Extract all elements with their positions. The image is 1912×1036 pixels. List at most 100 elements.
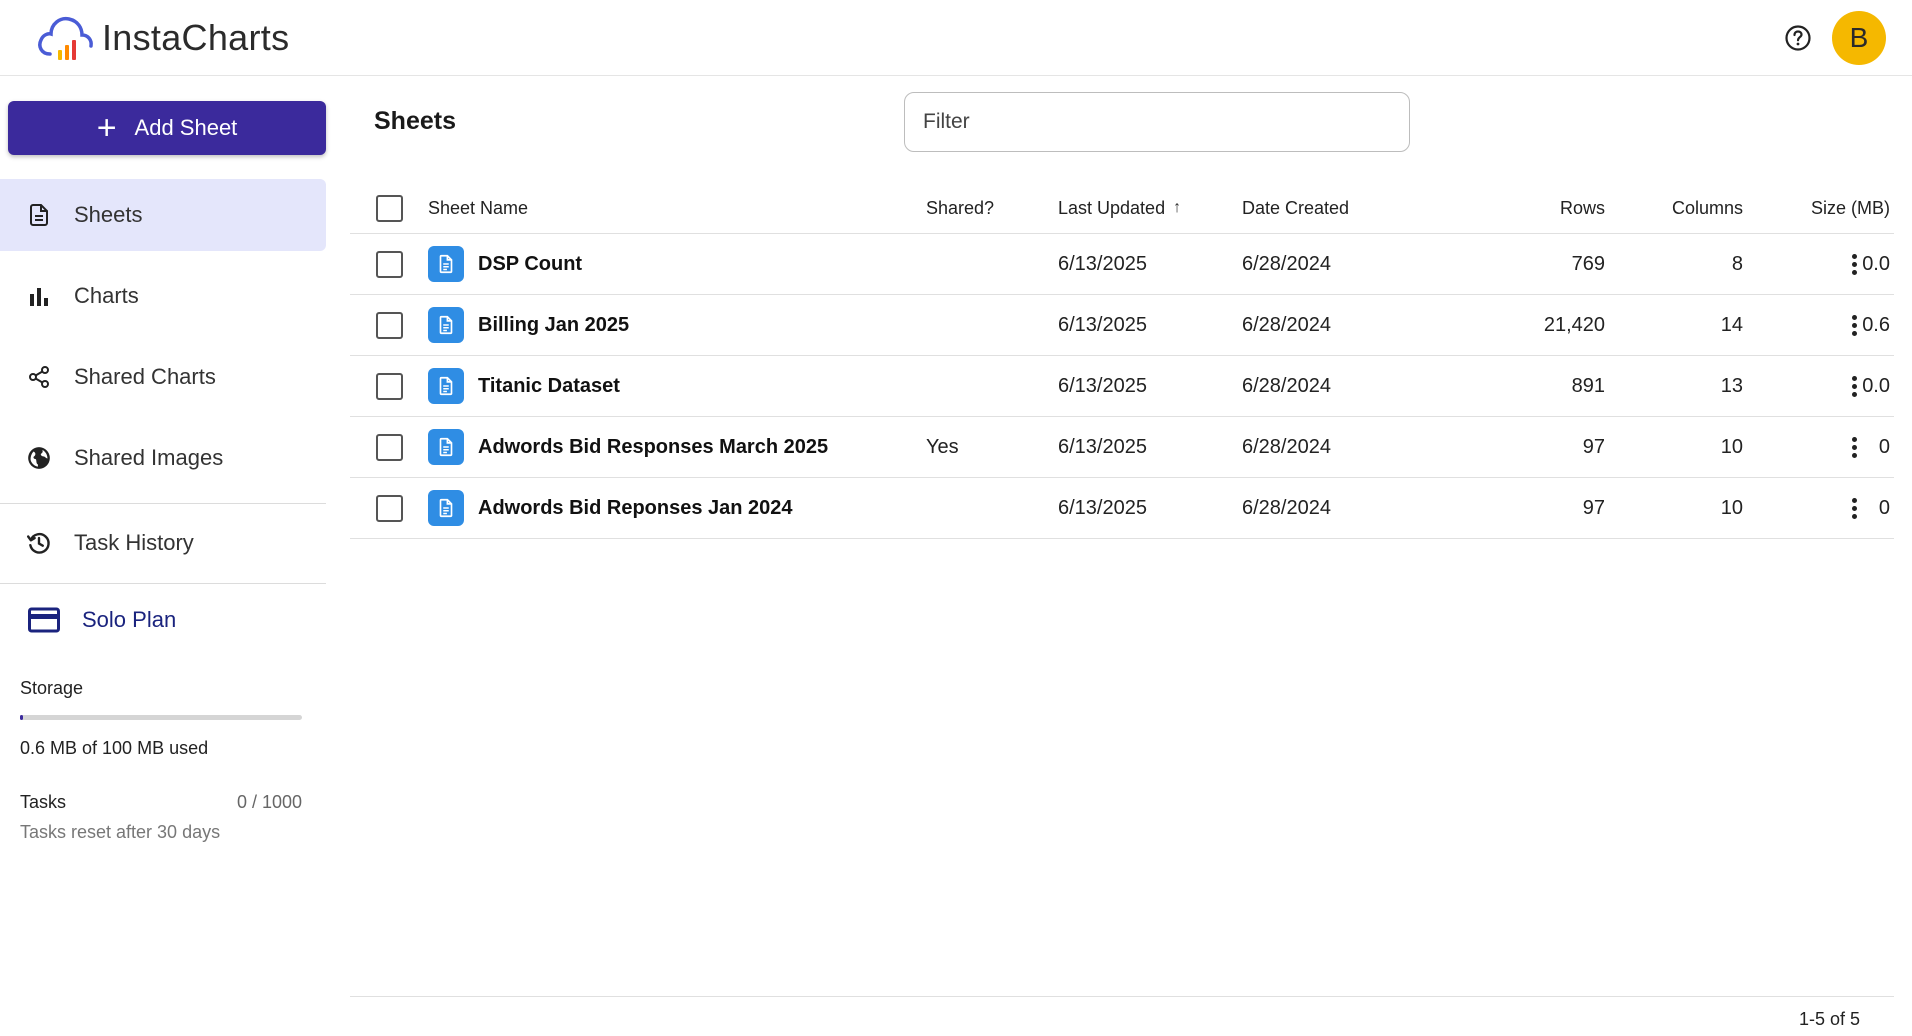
pagination-text: 1-5 of 5 [1798, 1009, 1860, 1029]
sheet-name[interactable]: Titanic Dataset [478, 375, 620, 398]
date-created-cell: 6/28/2024 [1242, 252, 1331, 275]
last-updated-cell: 6/13/2025 [1058, 496, 1147, 519]
sheet-name[interactable]: DSP Count [478, 253, 582, 276]
table-row[interactable]: Adwords Bid Reponses Jan 2024 6/13/2025 6/… [350, 478, 1894, 539]
globe-icon [26, 445, 52, 471]
last-updated-cell: 6/13/2025 [1058, 374, 1147, 397]
app-header: InstaCharts B [0, 0, 1912, 76]
table-row[interactable]: DSP Count 6/13/2025 6/28/2024 769 8 0.0 [350, 234, 1894, 295]
share-icon [26, 364, 52, 390]
row-checkbox-cell [376, 478, 403, 538]
last-updated-cell: 6/13/2025 [1058, 435, 1147, 458]
tasks-count: 0 / 1000 [236, 792, 302, 812]
table-row[interactable]: Adwords Bid Responses March 2025 Yes 6/13/… [350, 417, 1894, 478]
sheet-name-cell: Billing Jan 2025 [428, 295, 629, 355]
row-more-menu-icon[interactable] [1830, 356, 1878, 416]
sidebar-item-sheets[interactable]: Sheets [0, 179, 326, 251]
table-row[interactable]: Billing Jan 2025 6/13/2025 6/28/2024 21,420… [350, 295, 1894, 356]
plan-link[interactable]: Solo Plan [28, 607, 176, 633]
columns-cell: 8 [1731, 252, 1743, 275]
tasks-label: Tasks [20, 792, 67, 812]
rows-cell: 891 [1571, 374, 1605, 397]
sidebar-item-charts[interactable]: Charts [0, 260, 326, 332]
row-checkbox-cell [376, 295, 403, 355]
credit-card-icon [28, 607, 60, 633]
tasks-reset-note: Tasks reset after 30 days [20, 822, 221, 842]
user-avatar[interactable]: B [1832, 11, 1886, 65]
help-icon[interactable] [1782, 22, 1814, 54]
column-header-columns[interactable]: Columns [1640, 183, 1743, 233]
storage-progress-fill [20, 715, 23, 720]
filter-input[interactable] [904, 92, 1410, 152]
sheets-table: Sheet Name Shared? Last Updated ↑ Date C… [350, 183, 1894, 539]
row-checkbox[interactable] [376, 311, 403, 339]
add-sheet-label: Add Sheet [134, 115, 238, 140]
date-created-cell: 6/28/2024 [1242, 496, 1331, 519]
sidebar-divider [0, 503, 326, 504]
columns-cell: 14 [1720, 313, 1743, 336]
bar-chart-icon [26, 283, 52, 309]
row-checkbox[interactable] [376, 372, 403, 400]
rows-cell: 97 [1582, 496, 1605, 519]
storage-used-text: 0.6 MB of 100 MB used [20, 738, 209, 758]
columns-cell: 10 [1720, 435, 1743, 458]
sheet-name-cell: Adwords Bid Reponses Jan 2024 [428, 478, 793, 538]
last-updated-cell: 6/13/2025 [1058, 313, 1147, 336]
column-header-rows[interactable]: Rows [1450, 183, 1605, 233]
sheet-document-icon [428, 429, 464, 465]
sidebar: + Add Sheet Sheets Charts Shared Charts … [0, 77, 327, 1036]
sidebar-item-label: Shared Charts [74, 364, 216, 389]
sidebar-item-shared-charts[interactable]: Shared Charts [0, 341, 326, 413]
page-title: Sheets [374, 107, 456, 135]
row-checkbox-cell [376, 356, 403, 416]
document-icon [26, 202, 52, 228]
sheet-document-icon [428, 246, 464, 282]
rows-cell: 21,420 [1543, 313, 1605, 336]
select-all-cell [376, 183, 403, 233]
sheet-name[interactable]: Adwords Bid Reponses Jan 2024 [478, 497, 793, 520]
sidebar-item-label: Charts [74, 283, 139, 308]
app-name: InstaCharts [102, 17, 290, 58]
sidebar-divider [0, 583, 326, 584]
sidebar-item-shared-images[interactable]: Shared Images [0, 422, 326, 494]
storage-label: Storage [20, 678, 84, 698]
column-header-size[interactable]: Size (MB) [1770, 183, 1890, 233]
sheet-name[interactable]: Billing Jan 2025 [478, 314, 629, 337]
select-all-checkbox[interactable] [376, 194, 403, 222]
sheet-name-cell: Titanic Dataset [428, 356, 620, 416]
row-checkbox[interactable] [376, 494, 403, 522]
columns-cell: 13 [1720, 374, 1743, 397]
date-created-cell: 6/28/2024 [1242, 313, 1331, 336]
column-header-date-created[interactable]: Date Created [1242, 183, 1349, 233]
row-checkbox[interactable] [376, 250, 403, 278]
row-checkbox[interactable] [376, 433, 403, 461]
date-created-cell: 6/28/2024 [1242, 374, 1331, 397]
row-more-menu-icon[interactable] [1830, 234, 1878, 294]
column-header-last-updated[interactable]: Last Updated ↑ [1058, 183, 1181, 233]
table-row[interactable]: Titanic Dataset 6/13/2025 6/28/2024 891 13 0.… [350, 356, 1894, 417]
add-sheet-button[interactable]: + Add Sheet [8, 101, 326, 155]
row-more-menu-icon[interactable] [1830, 417, 1878, 477]
row-more-menu-icon[interactable] [1830, 478, 1878, 538]
sheet-name[interactable]: Adwords Bid Responses March 2025 [478, 436, 828, 459]
row-more-menu-icon[interactable] [1830, 295, 1878, 355]
rows-cell: 97 [1582, 435, 1605, 458]
history-icon [26, 530, 52, 556]
column-header-shared[interactable]: Shared? [926, 183, 994, 233]
last-updated-cell: 6/13/2025 [1058, 252, 1147, 275]
rows-cell: 769 [1571, 252, 1605, 275]
table-header-row: Sheet Name Shared? Last Updated ↑ Date C… [350, 183, 1894, 234]
column-header-sheet-name[interactable]: Sheet Name [428, 183, 528, 233]
sidebar-item-label: Shared Images [74, 445, 224, 470]
sidebar-item-task-history[interactable]: Task History [0, 507, 326, 579]
date-created-cell: 6/28/2024 [1242, 435, 1331, 458]
column-header-label: Last Updated [1058, 197, 1166, 218]
row-checkbox-cell [376, 234, 403, 294]
sheet-name-cell: DSP Count [428, 234, 582, 294]
sheet-document-icon [428, 368, 464, 404]
row-checkbox-cell [376, 417, 403, 477]
sidebar-item-label: Task History [74, 530, 194, 555]
table-footer-divider [350, 996, 1894, 997]
columns-cell: 10 [1720, 496, 1743, 519]
app-logo[interactable]: InstaCharts [36, 10, 289, 66]
